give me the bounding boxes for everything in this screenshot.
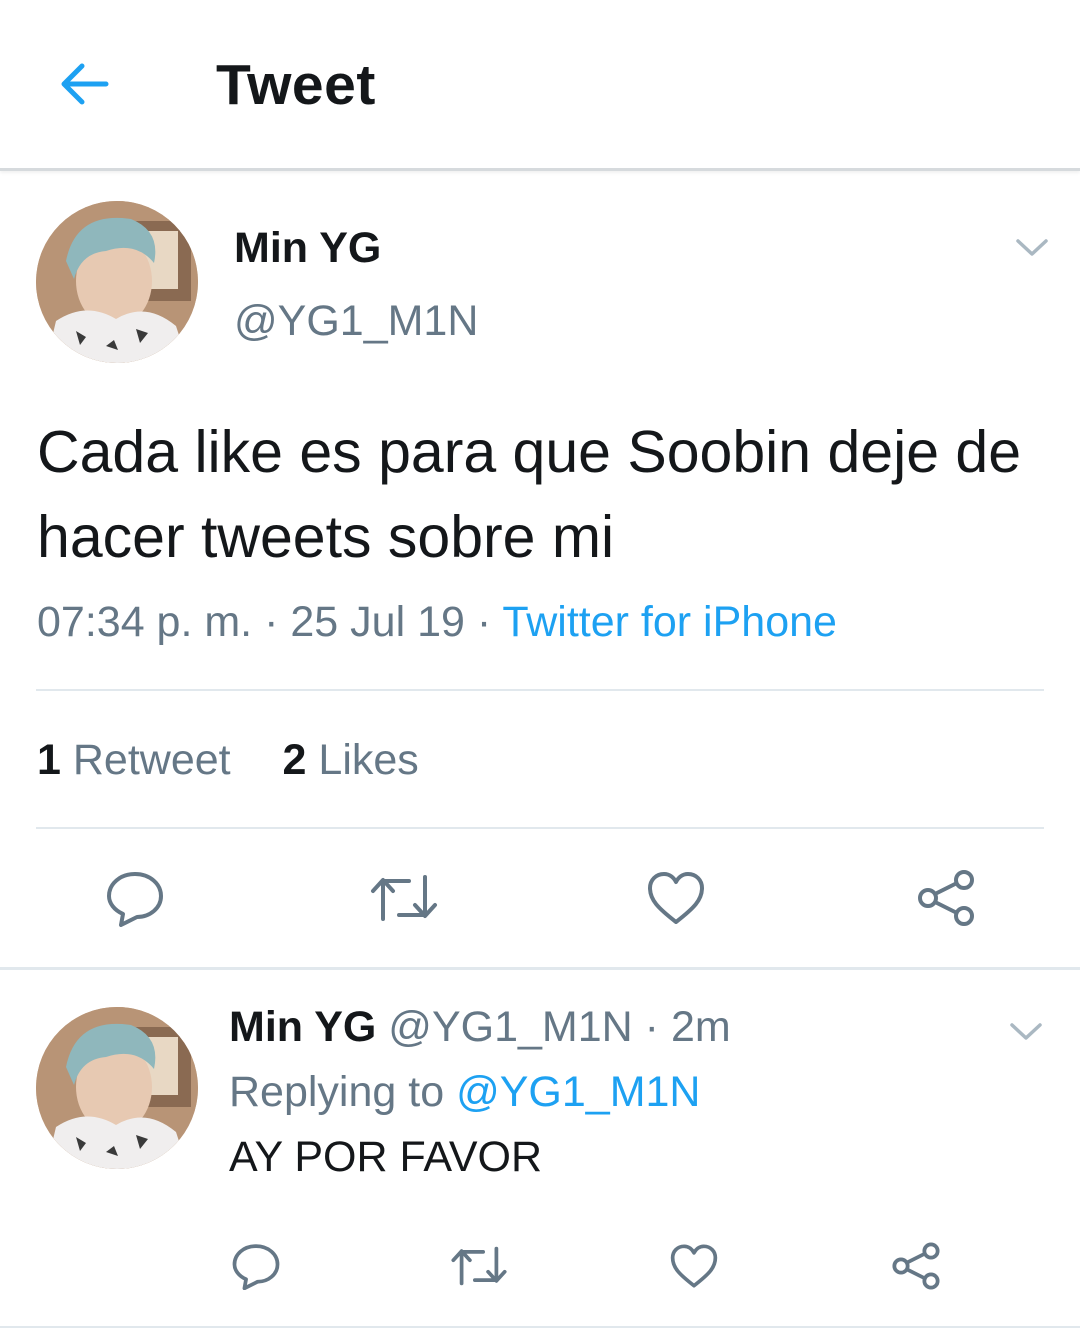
chevron-down-icon (1016, 239, 1048, 256)
page-title: Tweet (216, 53, 376, 117)
author-handle[interactable]: @YG1_M1N (234, 297, 478, 346)
divider (36, 689, 1044, 691)
tweet-source-link[interactable]: Twitter for iPhone (502, 598, 837, 646)
like-button[interactable] (642, 866, 710, 930)
divider (36, 827, 1044, 829)
replying-to: Replying to @YG1_M1N (229, 1068, 701, 1117)
retweet-icon (451, 1246, 507, 1286)
reply-retweet-button[interactable] (448, 1238, 510, 1294)
retweet-label: Retweet (72, 736, 231, 784)
share-icon (918, 870, 974, 926)
retweets-stat[interactable]: 1 Retweet (37, 736, 231, 784)
replying-to-handle[interactable]: @YG1_M1N (456, 1068, 700, 1116)
retweet-icon (371, 875, 437, 921)
share-button[interactable] (912, 866, 980, 930)
author-name[interactable]: Min YG (234, 224, 381, 273)
reply-age: 2m (670, 1003, 731, 1051)
avatar-image (36, 201, 198, 363)
meta-separator: · (476, 598, 492, 646)
tweet-date: 25 Jul 19 (290, 598, 465, 646)
like-icon (648, 872, 704, 924)
avatar-image (36, 1007, 198, 1169)
arrow-left-icon (61, 63, 109, 105)
back-button[interactable] (52, 52, 116, 116)
section-separator (0, 1326, 1080, 1328)
like-count: 2 (282, 736, 307, 784)
like-label: Likes (318, 736, 419, 784)
chevron-down-icon (1010, 1023, 1042, 1040)
replying-to-label: Replying to (229, 1068, 445, 1116)
meta-separator: · (264, 598, 279, 646)
tweet-time: 07:34 p. m. (37, 598, 253, 646)
reply-author-name[interactable]: Min YG (229, 1003, 376, 1051)
tweet-text: Cada like es para que Soobin deje de hac… (37, 419, 1022, 570)
tweet-meta: 07:34 p. m. · 25 Jul 19 · Twitter for iP… (37, 598, 837, 647)
retweet-count: 1 (37, 736, 61, 784)
share-icon (892, 1242, 940, 1290)
reply-author-handle[interactable]: @YG1_M1N (388, 1003, 632, 1051)
reply-avatar[interactable] (36, 1007, 198, 1169)
reply-reply-button[interactable] (228, 1238, 284, 1294)
reply-icon (232, 1244, 280, 1290)
reply-share-button[interactable] (888, 1238, 944, 1294)
avatar[interactable] (36, 201, 198, 363)
reply-header: Min YG @YG1_M1N · 2m (229, 1003, 731, 1052)
reply-menu-button[interactable] (1002, 1008, 1050, 1056)
likes-stat[interactable]: 2 Likes (283, 736, 419, 784)
top-app-bar (0, 0, 1080, 171)
reply-text: AY POR FAVOR (229, 1133, 543, 1181)
tweet-stats: 1 Retweet 2 Likes (37, 736, 419, 785)
section-separator (0, 967, 1080, 970)
tweet-menu-button[interactable] (1008, 224, 1056, 272)
reply-like-button[interactable] (666, 1238, 722, 1294)
meta-separator: · (644, 1003, 659, 1051)
like-icon (670, 1244, 718, 1288)
reply-button[interactable] (100, 866, 170, 930)
reply-icon (107, 872, 163, 927)
retweet-button[interactable] (366, 866, 442, 930)
